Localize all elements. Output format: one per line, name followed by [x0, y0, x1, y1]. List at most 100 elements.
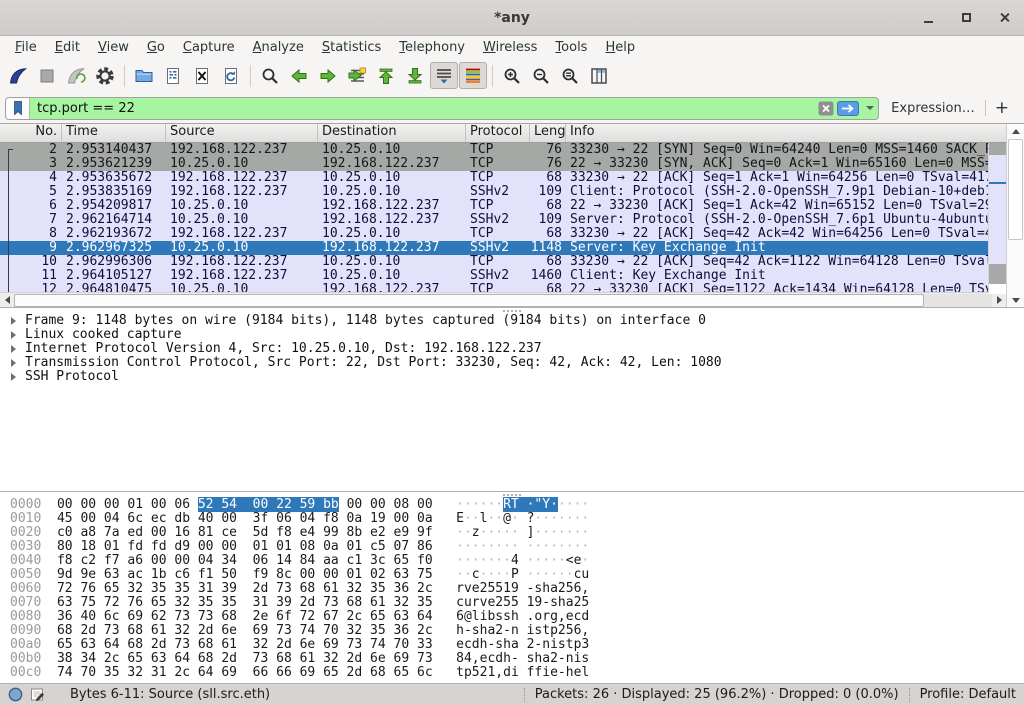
- go-back-button[interactable]: [285, 62, 313, 89]
- expert-info-button[interactable]: [8, 687, 23, 702]
- column-header-destination[interactable]: Destination: [318, 124, 466, 142]
- go-to-packet-button[interactable]: [343, 62, 371, 89]
- menu-wireless[interactable]: Wireless: [474, 38, 546, 57]
- close-button[interactable]: [996, 10, 1012, 26]
- scroll-up-arrow[interactable]: [1007, 124, 1024, 138]
- menu-edit[interactable]: Edit: [46, 38, 89, 57]
- hex-row-0030[interactable]: 0030 80 18 01 fd fd d9 00 00 01 01 08 0a…: [0, 540, 1024, 554]
- close-file-button[interactable]: [188, 62, 216, 89]
- cell-length: 68: [530, 283, 566, 292]
- vertical-scrollbar[interactable]: [1006, 124, 1024, 307]
- packet-row-9[interactable]: 92.96296732510.25.0.10192.168.122.237SSH…: [0, 241, 1006, 255]
- hex-row-0010[interactable]: 0010 45 00 04 6c ec db 40 00 3f 06 04 f8…: [0, 512, 1024, 526]
- find-packet-button[interactable]: [256, 62, 284, 89]
- minimize-button[interactable]: [920, 10, 936, 26]
- detail-item[interactable]: Frame 9: 1148 bytes on wire (9184 bits),…: [0, 314, 1024, 328]
- cell-length: 76: [530, 157, 566, 171]
- menu-capture[interactable]: Capture: [174, 38, 244, 57]
- scroll-down-arrow[interactable]: [1007, 293, 1024, 307]
- expand-arrow-icon[interactable]: [11, 345, 16, 353]
- go-first-packet-button[interactable]: [372, 62, 400, 89]
- expression-button[interactable]: Expression…: [891, 101, 975, 116]
- go-forward-button[interactable]: [314, 62, 342, 89]
- reload-file-button[interactable]: [217, 62, 245, 89]
- detail-item[interactable]: Transmission Control Protocol, Src Port:…: [0, 356, 1024, 370]
- menu-help[interactable]: Help: [596, 38, 644, 57]
- capture-options-button[interactable]: [91, 62, 119, 89]
- expand-arrow-icon[interactable]: [11, 331, 16, 339]
- colorize-button[interactable]: [459, 62, 487, 89]
- detail-item[interactable]: Internet Protocol Version 4, Src: 10.25.…: [0, 342, 1024, 356]
- packet-row-4[interactable]: 42.953635672192.168.122.23710.25.0.10TCP…: [0, 171, 1006, 185]
- resize-columns-button[interactable]: [585, 62, 613, 89]
- scroll-left-arrow[interactable]: [0, 293, 14, 307]
- filter-apply-button[interactable]: [837, 101, 859, 116]
- packet-row-11[interactable]: 112.964105127192.168.122.23710.25.0.10SS…: [0, 269, 1006, 283]
- packet-list-header[interactable]: No. Time Source Destination Protocol Len…: [0, 124, 1006, 143]
- display-filter-input[interactable]: [30, 101, 818, 116]
- capture-comment-button[interactable]: [30, 687, 45, 702]
- hex-row-0040[interactable]: 0040 f8 c2 f7 a6 00 00 04 34 06 14 84 aa…: [0, 554, 1024, 568]
- horizontal-scroll-thumb[interactable]: [14, 294, 924, 307]
- hex-row-0080[interactable]: 0080 36 40 6c 69 62 73 73 68 2e 6f 72 67…: [0, 610, 1024, 624]
- hex-row-0060[interactable]: 0060 72 76 65 32 35 35 31 39 2d 73 68 61…: [0, 582, 1024, 596]
- menu-telephony[interactable]: Telephony: [390, 38, 474, 57]
- vertical-scroll-thumb[interactable]: [1008, 139, 1023, 240]
- title-bar[interactable]: *any: [0, 0, 1024, 36]
- packet-row-8[interactable]: 82.962193672192.168.122.23710.25.0.10TCP…: [0, 227, 1006, 241]
- horizontal-scrollbar[interactable]: [0, 292, 1006, 307]
- zoom-in-button[interactable]: [498, 62, 526, 89]
- detail-item[interactable]: SSH Protocol: [0, 370, 1024, 384]
- cell-time: 2.962193672: [62, 227, 166, 241]
- hex-row-00b0[interactable]: 00b0 38 34 2c 65 63 64 68 2d 73 68 61 32…: [0, 652, 1024, 666]
- zoom-out-button[interactable]: [527, 62, 555, 89]
- intelligent-scrollbar-minimap[interactable]: [988, 143, 1006, 292]
- hex-row-0020[interactable]: 0020 c0 a8 7a ed 00 16 81 ce 5d f8 e4 99…: [0, 526, 1024, 540]
- profile-selector[interactable]: Profile: Default: [920, 687, 1016, 702]
- hex-row-0000[interactable]: 0000 00 00 00 01 00 06 52 54 00 22 59 bb…: [0, 498, 1024, 512]
- column-header-time[interactable]: Time: [62, 124, 166, 142]
- column-header-no[interactable]: No.: [0, 124, 62, 142]
- hex-row-0050[interactable]: 0050 9d 9e 63 ac 1b c6 f1 50 f9 8c 00 00…: [0, 568, 1024, 582]
- column-header-length[interactable]: Length: [530, 124, 566, 142]
- packet-row-5[interactable]: 52.953835169192.168.122.23710.25.0.10SSH…: [0, 185, 1006, 199]
- go-last-packet-button[interactable]: [401, 62, 429, 89]
- filter-bookmark-button[interactable]: [6, 98, 30, 119]
- menu-tools[interactable]: Tools: [546, 38, 596, 57]
- auto-scroll-button[interactable]: [430, 62, 458, 89]
- packet-row-10[interactable]: 102.962996306192.168.122.23710.25.0.10TC…: [0, 255, 1006, 269]
- filter-history-dropdown[interactable]: [862, 98, 878, 119]
- menu-view[interactable]: View: [89, 38, 138, 57]
- stop-capture-button[interactable]: [33, 62, 61, 89]
- column-header-protocol[interactable]: Protocol: [466, 124, 530, 142]
- save-file-button[interactable]: [159, 62, 187, 89]
- packet-row-12[interactable]: 122.96481047510.25.0.10192.168.122.237TC…: [0, 283, 1006, 292]
- cell-no: 7: [0, 213, 62, 227]
- hex-row-0090[interactable]: 0090 68 2d 73 68 61 32 2d 6e 69 73 74 70…: [0, 624, 1024, 638]
- menu-statistics[interactable]: Statistics: [313, 38, 390, 57]
- add-filter-button[interactable]: +: [995, 98, 1009, 118]
- hex-row-00c0[interactable]: 00c0 74 70 35 32 31 2c 64 69 66 66 69 65…: [0, 666, 1024, 680]
- scroll-right-arrow[interactable]: [992, 293, 1006, 307]
- expand-arrow-icon[interactable]: [11, 359, 16, 367]
- restart-capture-button[interactable]: [62, 62, 90, 89]
- packet-row-6[interactable]: 62.95420981710.25.0.10192.168.122.237TCP…: [0, 199, 1006, 213]
- menu-file[interactable]: File: [6, 38, 46, 57]
- start-capture-button[interactable]: [4, 62, 32, 89]
- detail-item[interactable]: Linux cooked capture: [0, 328, 1024, 342]
- zoom-100-button[interactable]: [556, 62, 584, 89]
- expand-arrow-icon[interactable]: [11, 317, 16, 325]
- expand-arrow-icon[interactable]: [11, 373, 16, 381]
- packet-row-7[interactable]: 72.96216471410.25.0.10192.168.122.237SSH…: [0, 213, 1006, 227]
- maximize-button[interactable]: [958, 10, 974, 26]
- menu-analyze[interactable]: Analyze: [244, 38, 313, 57]
- column-header-info[interactable]: Info: [566, 124, 1006, 142]
- open-file-button[interactable]: [130, 62, 158, 89]
- hex-row-00a0[interactable]: 00a0 65 63 64 68 2d 73 68 61 32 2d 6e 69…: [0, 638, 1024, 652]
- menu-go[interactable]: Go: [138, 38, 174, 57]
- filter-clear-button[interactable]: [818, 101, 834, 116]
- packet-row-3[interactable]: 32.95362123910.25.0.10192.168.122.237TCP…: [0, 157, 1006, 171]
- hex-row-0070[interactable]: 0070 63 75 72 76 65 32 35 35 31 39 2d 73…: [0, 596, 1024, 610]
- column-header-source[interactable]: Source: [166, 124, 318, 142]
- packet-row-2[interactable]: 22.953140437192.168.122.23710.25.0.10TCP…: [0, 143, 1006, 157]
